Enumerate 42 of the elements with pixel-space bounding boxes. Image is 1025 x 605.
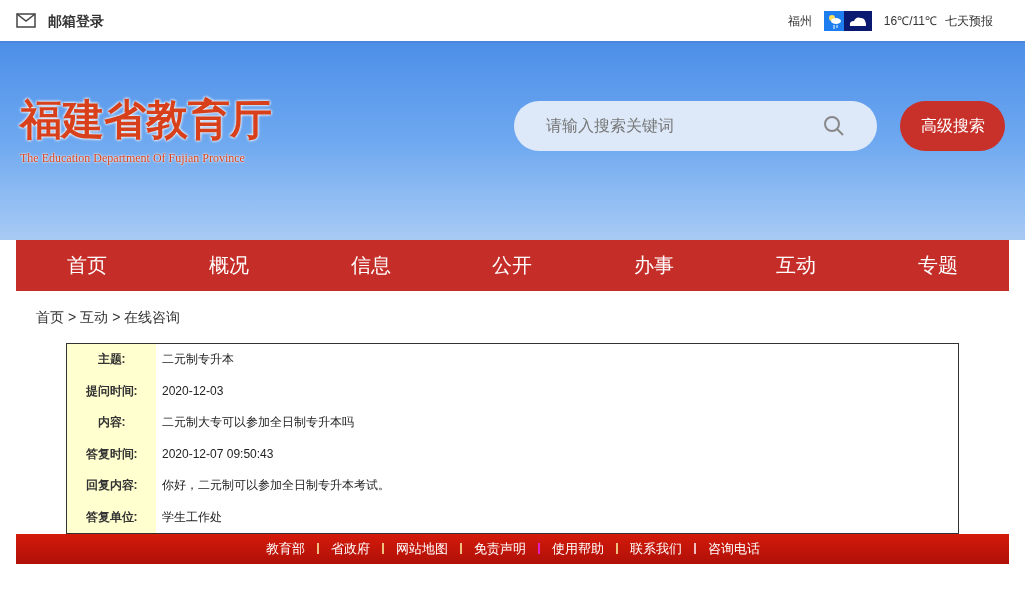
breadcrumb-link[interactable]: 互动 <box>80 306 109 327</box>
field-value: 二元制专升本 <box>161 351 235 369</box>
footer-link[interactable]: 省政府 <box>330 539 370 559</box>
breadcrumb-separator: > <box>112 307 121 327</box>
mail-icon <box>16 13 36 28</box>
nav-link[interactable]: 信息 <box>299 240 442 291</box>
field-value: 2020-12-07 09:50:43 <box>161 445 275 463</box>
nav-link[interactable]: 办事 <box>583 240 726 291</box>
footer-link[interactable]: 使用帮助 <box>551 539 604 559</box>
field-value: 二元制大专可以参加全日制专升本吗 <box>161 414 355 432</box>
search-icon[interactable] <box>823 114 846 137</box>
field-label: 主题: <box>67 343 156 376</box>
nav-link[interactable]: 公开 <box>441 240 584 291</box>
logo-title: 福建省教育厅 <box>20 98 273 141</box>
breadcrumb-separator: > <box>68 307 77 327</box>
footer-link[interactable]: 咨询电话 <box>707 539 760 559</box>
breadcrumb-link[interactable]: 首页 <box>36 306 64 327</box>
footer-link[interactable]: 教育部 <box>265 539 305 559</box>
footer-link[interactable]: 免责声明 <box>473 539 526 559</box>
nav-link[interactable]: 概况 <box>157 240 300 291</box>
temperature: 16℃/11℃ <box>883 12 937 29</box>
forecast-link[interactable]: 七天预报 <box>945 12 993 29</box>
nav-link[interactable]: 专题 <box>867 240 1009 291</box>
city-name: 福州 <box>787 12 812 29</box>
nav-link[interactable]: 首页 <box>16 240 158 291</box>
weather-rain-icon <box>823 10 844 31</box>
advanced-search-button[interactable]: 高级搜索 <box>900 100 1005 151</box>
mail-login-link[interactable]: 邮箱登录 <box>48 10 104 31</box>
field-label: 提问时间: <box>67 375 156 407</box>
field-label: 答复时间: <box>67 438 156 470</box>
nav-link[interactable]: 互动 <box>725 240 868 291</box>
footer-link[interactable]: 网站地图 <box>395 539 448 559</box>
field-value: 学生工作处 <box>161 508 223 526</box>
field-label: 答复单位: <box>67 501 156 533</box>
footer-link[interactable]: 联系我们 <box>629 539 682 559</box>
field-label: 回复内容: <box>67 469 156 502</box>
cloud-icon <box>843 10 872 31</box>
field-label: 内容: <box>67 406 156 439</box>
logo-subtitle: The Education Department Of Fujian Province <box>20 149 246 167</box>
field-value: 你好，二元制可以参加全日制专升本考试。 <box>161 477 391 495</box>
breadcrumb-current: 在线咨询 <box>124 307 181 327</box>
field-value: 2020-12-03 <box>161 382 225 400</box>
